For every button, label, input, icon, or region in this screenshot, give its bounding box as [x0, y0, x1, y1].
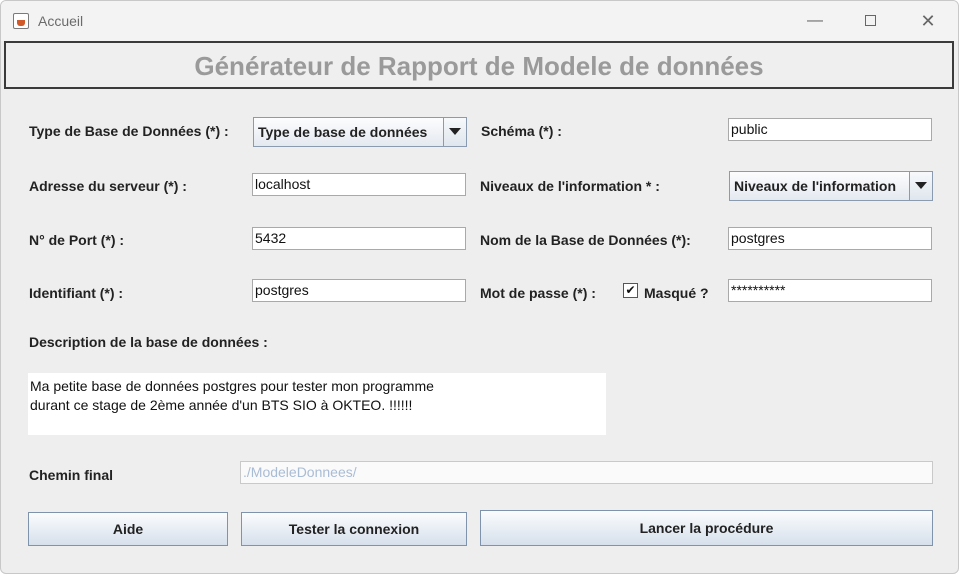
- port-label: N° de Port (*) :: [29, 232, 125, 248]
- password-label: Mot de passe (*) :: [480, 285, 596, 301]
- masked-label: Masqué ?: [644, 285, 709, 301]
- description-line: durant ce stage de 2ème année d'un BTS S…: [30, 397, 413, 413]
- port-input[interactable]: 5432: [252, 227, 466, 250]
- db-type-select[interactable]: Type de base de données: [253, 117, 467, 147]
- app-header: Générateur de Rapport de Modele de donné…: [4, 41, 954, 89]
- main-window: Accueil — ✕ Générateur de Rapport de Mod…: [0, 0, 959, 574]
- info-level-selected: Niveaux de l'information: [734, 178, 897, 194]
- maximize-icon: [864, 15, 876, 27]
- server-label: Adresse du serveur (*) :: [29, 178, 187, 194]
- help-button[interactable]: Aide: [28, 512, 228, 546]
- close-button[interactable]: ✕: [914, 9, 942, 33]
- chevron-down-icon[interactable]: [909, 172, 932, 200]
- page-title: Générateur de Rapport de Modele de donné…: [194, 51, 764, 81]
- maximize-button[interactable]: [856, 9, 884, 33]
- db-type-label: Type de Base de Données (*) :: [29, 123, 229, 139]
- schema-input[interactable]: public: [728, 118, 932, 141]
- db-name-input[interactable]: postgres: [728, 227, 932, 250]
- launch-procedure-button[interactable]: Lancer la procédure: [480, 510, 933, 546]
- final-path-input: ./ModeleDonnees/: [240, 461, 933, 484]
- server-input[interactable]: localhost: [252, 173, 466, 196]
- description-line: Ma petite base de données postgres pour …: [30, 378, 434, 394]
- login-input[interactable]: postgres: [252, 279, 466, 302]
- info-level-select[interactable]: Niveaux de l'information: [729, 171, 933, 201]
- test-connection-button[interactable]: Tester la connexion: [241, 512, 467, 546]
- description-label: Description de la base de données :: [29, 334, 268, 350]
- db-type-selected: Type de base de données: [258, 124, 428, 140]
- java-app-icon: [13, 13, 29, 29]
- minimize-button[interactable]: —: [801, 9, 829, 33]
- login-label: Identifiant (*) :: [29, 285, 124, 301]
- chevron-down-icon[interactable]: [443, 118, 466, 146]
- db-name-label: Nom de la Base de Données (*):: [480, 232, 691, 248]
- window-title: Accueil: [38, 13, 84, 29]
- final-path-label: Chemin final: [29, 467, 114, 483]
- description-textarea[interactable]: Ma petite base de données postgres pour …: [28, 373, 606, 435]
- info-level-label: Niveaux de l'information * :: [480, 178, 660, 194]
- title-bar[interactable]: Accueil — ✕: [1, 1, 958, 41]
- password-input[interactable]: **********: [728, 279, 932, 302]
- masked-checkbox[interactable]: ✔: [623, 283, 638, 298]
- schema-label: Schéma (*) :: [481, 123, 562, 139]
